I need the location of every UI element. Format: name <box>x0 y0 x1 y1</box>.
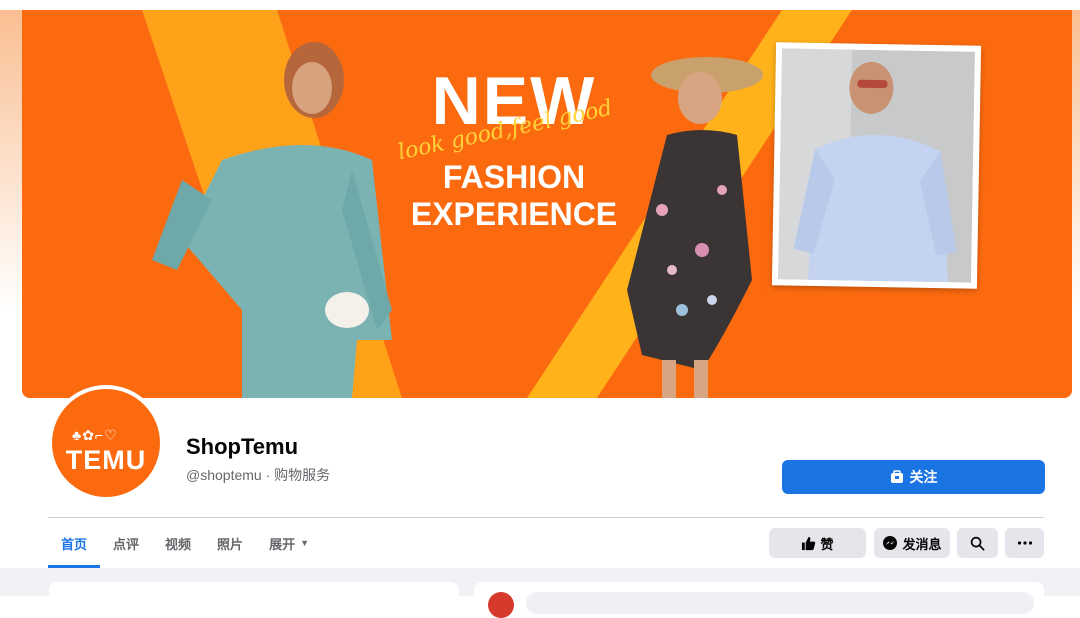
more-button[interactable] <box>1005 528 1044 558</box>
follow-label: 关注 <box>909 469 938 485</box>
cover-photo-card <box>771 42 982 289</box>
page-subtitle: @shoptemu · 购物服务 <box>186 467 331 483</box>
tab-reviews[interactable]: 点评 <box>100 518 152 568</box>
search-icon <box>970 536 985 550</box>
like-button[interactable]: 赞 <box>769 528 866 558</box>
tab-label: 点评 <box>113 536 140 552</box>
temu-logo: ♣✿⌐♡ TEMU <box>52 389 160 497</box>
model-right-figure <box>777 48 976 283</box>
follow-icon <box>890 470 903 483</box>
more-icon <box>1017 541 1032 545</box>
tab-label: 首页 <box>61 536 88 552</box>
intro-card <box>49 582 459 602</box>
follow-button[interactable]: 关注 <box>782 460 1045 494</box>
page-backdrop-right <box>1072 10 1080 310</box>
tab-videos[interactable]: 视频 <box>152 518 204 568</box>
tab-more[interactable]: 展开 ▼ <box>256 518 322 568</box>
tab-label: 展开 <box>269 536 296 552</box>
caret-down-icon: ▼ <box>300 538 309 548</box>
page-backdrop-left <box>0 10 22 310</box>
messenger-icon <box>883 536 898 550</box>
page-title[interactable]: ShopTemu <box>186 434 298 460</box>
cover-headline: NEW look good,feel good FASHION EXPERIEN… <box>394 66 634 232</box>
composer-card <box>474 582 1044 618</box>
composer-input[interactable] <box>526 592 1034 614</box>
tab-label: 照片 <box>217 536 244 552</box>
search-button[interactable] <box>957 528 998 558</box>
tab-home[interactable]: 首页 <box>48 518 101 568</box>
message-button[interactable]: 发消息 <box>874 528 950 558</box>
message-label: 发消息 <box>902 536 942 552</box>
page-tabs: 首页 点评 视频 照片 展开 ▼ <box>48 518 322 568</box>
cover-photo[interactable]: NEW look good,feel good FASHION EXPERIEN… <box>22 10 1072 398</box>
headline-experience: EXPERIENCE <box>410 196 618 232</box>
page-avatar[interactable]: ♣✿⌐♡ TEMU <box>48 385 164 501</box>
thumbs-up-icon <box>802 536 816 550</box>
logo-text: TEMU <box>65 445 147 475</box>
headline-fashion: FASHION <box>442 159 586 195</box>
tab-photos[interactable]: 照片 <box>204 518 256 568</box>
logo-icons: ♣✿⌐♡ <box>72 427 118 443</box>
like-label: 赞 <box>820 536 834 552</box>
tab-label: 视频 <box>165 536 192 552</box>
